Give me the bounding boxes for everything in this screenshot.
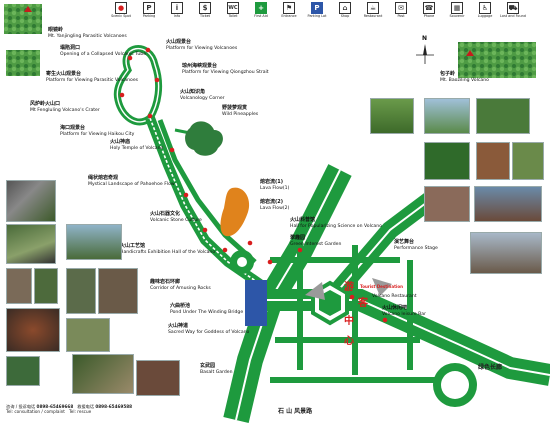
label-science-hall: 火山科普馆 Hall for Popularizing Science on Vo… [290,217,382,229]
photo-temple-interior [476,142,510,180]
post-icon: ✉ [395,2,407,14]
green-corridor-label: 绿色长廊 [478,364,503,371]
label-volcanic-stone-culture: 火山石器文化 Volcanic Stone Culture [150,211,202,223]
scenic-spot-icon: ● [115,2,127,14]
photo-garden [34,268,58,304]
label-sacred-way: 火山神道 Sacred Way for Goddess of Volcano [168,323,250,335]
legend-item: + First Aid [254,2,268,18]
label-fengluling-crater: 风炉岭火山口 Mt Fengluling Volcano's Crater [30,101,100,113]
label-lava-flow-1: 熔岩流(1) Lava Flow(1) [260,179,290,191]
photo-crater-view [370,98,414,134]
legend-item: ⛟ Lost and Found [500,2,526,18]
legend-item: WC Toilet [220,2,246,24]
photo-pathway [6,356,40,386]
phone-icon: ☎ [423,2,435,14]
label-viewing-volcanoes: 火山观景台 Platform for Viewing Volcanoes [166,39,238,51]
yanjingling-photo [4,4,42,34]
label-wild-pineapples: 野菠萝观赏 Wild Pineapples [222,105,259,117]
compass-north-label: N [422,35,428,42]
photo-strait-view [424,98,470,134]
info-icon: i [171,2,183,14]
parking-lot-icon: P [311,2,323,14]
first-aid-icon: + [255,2,267,14]
restaurant-icon: ☕ [367,2,379,14]
label-parasitic-platform: 寄生火山观景台 Platform for Viewing Parasitic Vo… [46,71,139,83]
legend-item: $ Ticket [199,2,211,18]
pond [245,280,267,326]
label-leisure-bar: 火山休闲吧 Volcano leisure Bar [382,305,427,317]
legend-item: ☕ Restaurant [363,2,383,18]
toilet-icon: WC [227,2,239,14]
label-qiongzhou-strait: 琼州海峡观景台 Platform for Viewing Qiongzhou St… [182,63,269,75]
legend-item: i Info [164,2,190,24]
souvenir-icon: ▦ [451,2,463,14]
photo-temple [6,268,32,304]
footer-contacts: 咨询 / 投诉电话 0898-65469668 救援电话 0898-654695… [6,404,133,414]
photo-stone-carving [66,268,96,314]
lava-flow-area [220,187,250,237]
label-basalt-garden: 玄武园 Basalt Garden [200,363,233,375]
luggage-icon: ♿ [479,2,491,14]
compass-icon [416,44,434,64]
label-volcanic-tube: 塌陷洞口 Opening of a Collapsed Volcanic Tube [60,45,147,57]
photo-rock-corridor [66,318,110,352]
parking-icon: P [143,2,155,14]
label-baoziling: 包子岭 Mt. Baoziling Volcano [440,71,489,83]
photo-lava-flow [424,186,470,222]
photo-lava-field [6,180,56,222]
visitor-center-char-3: 中 [344,316,354,327]
tourist-destination-label: Tourist Destination [360,284,403,289]
label-corridor-of-rocks: 趣味岩石环廊 Corridor of Amusing Rocks [150,279,211,291]
label-handicraft-hall: 火山工艺馆 Handicrafts Exhibition Hall of the … [120,243,216,255]
label-yanjingling: 眼镜岭 Mt. Yanjingling Parasitic Volcanoes [48,27,127,39]
photo-performance [474,186,542,222]
lost-found-icon: ⛟ [507,2,519,14]
label-performance-stage: 演艺舞台 Performance Stage [394,239,438,251]
photo-sacred-way [136,360,180,396]
legend-item: ✉ Post [388,2,414,24]
label-winding-bridge-pond: 六曲桥池 Pond Under The Winding Bridge [170,303,244,315]
photo-pineapples [424,142,470,180]
label-haikou-city: 海口观景台 Platform for Viewing Haikou City [60,125,135,137]
label-volcano-restaurant: Volcano Restaurant [372,294,417,299]
photo-science-hall [512,142,544,180]
entrance-icon: ⚑ [283,2,295,14]
label-holy-temple: 火山神庙 Holy Temple of Volcano [110,139,164,151]
label-green-interest-garden: 翠趣园 Green Interest Garden [290,235,342,247]
legend-item: ⚑ Entrance [281,2,297,18]
legend-item: ♿ Luggage [477,2,493,18]
legend-item: ⌂ Shop [339,2,351,18]
visitor-center-char-4: 心 [344,336,354,347]
legend-item: ▦ Souvenir [449,2,465,18]
label-volcanology-corner: 火山知识角 Volcanology Corner [180,89,225,101]
label-pahoehoe-flow: 绳状熔岩奇观 Mystical Landscape of Pahoehoe Flo… [88,175,175,187]
crater-loop-road [113,45,163,126]
photo-pahoehoe [6,308,60,352]
legend-item: ● Scenic Spot [111,2,131,18]
legend-bar: ● Scenic Spot P Parking i Info $ Ticket WC To… [108,2,548,24]
stone-mountain-road-label: 石 山 风景路 [278,408,313,415]
photo-landscape [66,224,122,260]
photo-restaurant [470,232,542,274]
photo-city-view [476,98,530,134]
label-lava-flow-2: 熔岩流(2) Lava Flow(2) [260,199,290,211]
visitor-center-char-2: 客 [358,298,368,309]
photo-forest-trail [6,224,56,264]
shop-icon: ⌂ [339,2,351,14]
ticket-icon: $ [199,2,211,14]
legend-item: ☎ Phone [423,2,435,18]
visitor-center-char-1: 游 [344,282,354,293]
photo-basalt-garden [72,354,134,394]
scenic-area-map: { "legend": [ {"symbol":"●","label":"Sce… [0,0,550,426]
photo-handicraft [98,268,138,314]
legend-item: P Parking [142,2,156,18]
wild-pineapple-grove [185,121,223,156]
legend-item: P Parking Lot [307,2,327,18]
yanjingling-photo-2 [6,50,40,76]
